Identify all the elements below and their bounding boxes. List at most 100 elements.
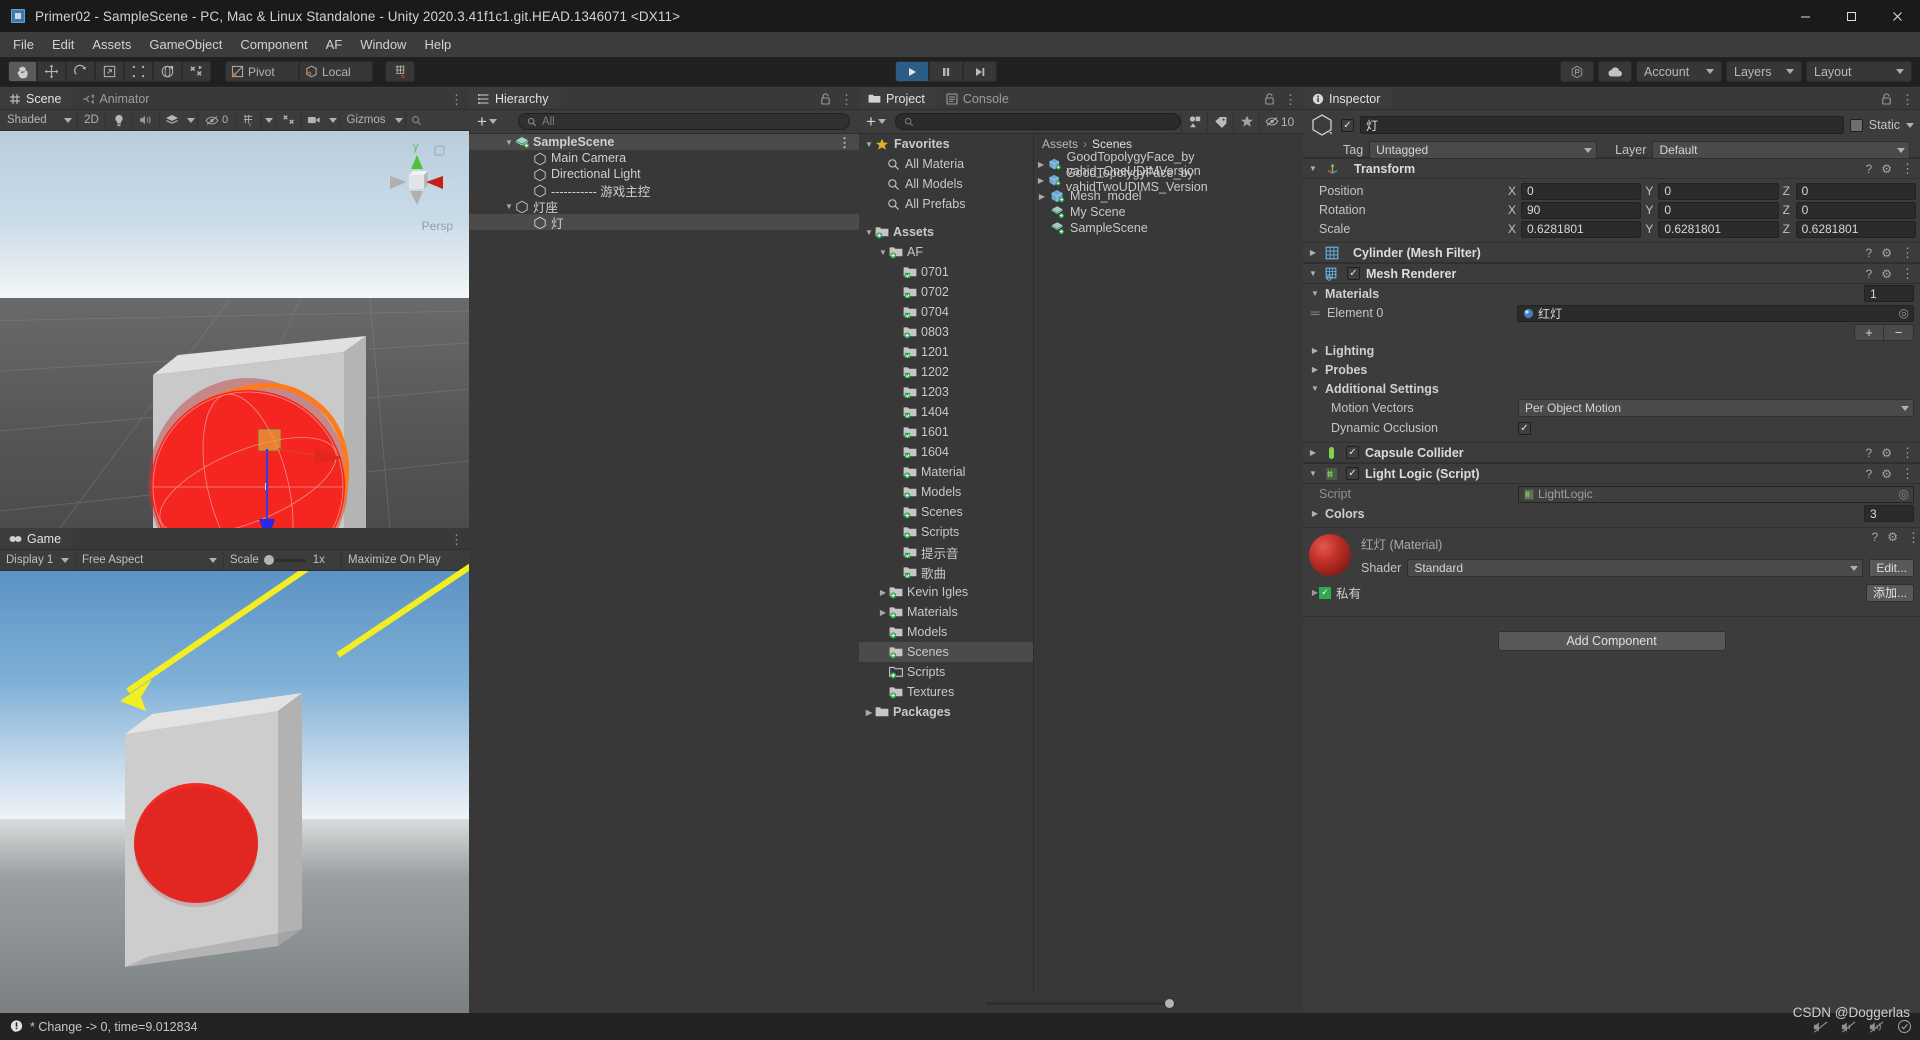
preset-icon[interactable]: ⚙ <box>1881 446 1892 460</box>
expand-triangle-icon[interactable]: ▼ <box>877 248 889 257</box>
position-z-input[interactable]: 0 <box>1795 182 1916 200</box>
scene-lighting-toggle[interactable] <box>106 110 132 130</box>
project-item-row[interactable]: ▶ My Scene <box>1034 204 1303 220</box>
preset-icon[interactable]: ⚙ <box>1887 530 1898 544</box>
probes-section[interactable]: ▶ Probes <box>1303 360 1920 379</box>
scene-shading-dropdown[interactable]: Shaded <box>0 110 78 130</box>
chevron-down-icon[interactable] <box>1906 122 1914 128</box>
project-tree-1404[interactable]: 1404 <box>859 402 1033 422</box>
project-hidden-count[interactable]: 10 <box>1259 111 1299 132</box>
tab-inspector[interactable]: Inspector <box>1303 88 1393 109</box>
tab-animator[interactable]: Animator <box>73 88 161 109</box>
pause-button[interactable] <box>929 61 963 82</box>
scale-tool-button[interactable] <box>95 61 124 82</box>
colors-count-input[interactable]: 3 <box>1864 505 1914 522</box>
move-tool-button[interactable] <box>37 61 66 82</box>
menu-window[interactable]: Window <box>351 34 415 55</box>
scale-x-input[interactable]: 0.6281801 <box>1521 220 1642 238</box>
filter-favorites-button[interactable] <box>1233 111 1259 132</box>
project-tree-models-af[interactable]: Models <box>859 482 1033 502</box>
expand-triangle-icon[interactable]: ▼ <box>1309 384 1321 393</box>
scene-viewport[interactable]: y x Persp <box>0 131 469 528</box>
project-tree-tips-audio[interactable]: 提示音 <box>859 542 1033 562</box>
expand-triangle-icon[interactable]: ▶ <box>877 588 889 597</box>
breadcrumb-scenes[interactable]: Scenes <box>1092 137 1132 151</box>
project-tree-textures[interactable]: Textures <box>859 682 1033 702</box>
mesh-renderer-enabled-checkbox[interactable]: ✓ <box>1347 267 1360 280</box>
expand-triangle-icon[interactable]: ▼ <box>1309 289 1321 298</box>
lighting-section[interactable]: ▶ Lighting <box>1303 341 1920 360</box>
project-tree-0701[interactable]: 0701 <box>859 262 1033 282</box>
scene-audio-toggle[interactable] <box>132 110 160 130</box>
mute-audio-icon[interactable] <box>1813 1020 1829 1034</box>
materials-section[interactable]: ▼ Materials 1 <box>1303 284 1920 303</box>
scene-projection-label[interactable]: Persp <box>422 219 453 233</box>
expand-triangle-icon[interactable]: ▼ <box>503 138 515 147</box>
help-icon[interactable]: ? <box>1866 246 1873 260</box>
menu-edit[interactable]: Edit <box>43 34 83 55</box>
expand-triangle-icon[interactable]: ▶ <box>877 608 889 617</box>
expand-triangle-icon[interactable]: ▶ <box>1034 160 1048 169</box>
local-toggle-button[interactable]: Local <box>299 61 373 82</box>
object-picker-icon[interactable]: ◎ <box>1899 487 1909 501</box>
expand-triangle-icon[interactable]: ▶ <box>1309 346 1321 355</box>
rect-tool-button[interactable] <box>124 61 153 82</box>
component-kebab-icon[interactable]: ⋮ <box>1901 162 1914 175</box>
object-name-input[interactable]: 灯 <box>1360 116 1844 134</box>
layers-dropdown[interactable]: Layers <box>1726 61 1802 82</box>
tag-dropdown[interactable]: Untagged <box>1369 141 1598 159</box>
project-tree-1201[interactable]: 1201 <box>859 342 1033 362</box>
project-tree-songs[interactable]: 歌曲 <box>859 562 1033 582</box>
expand-triangle-icon[interactable]: ▼ <box>1307 269 1319 278</box>
tab-hierarchy[interactable]: Hierarchy <box>469 88 561 109</box>
project-tree-0803[interactable]: 0803 <box>859 322 1033 342</box>
lock-icon[interactable] <box>1881 93 1892 105</box>
menu-help[interactable]: Help <box>415 34 460 55</box>
expand-triangle-icon[interactable]: ▶ <box>1309 509 1321 518</box>
filter-by-type-button[interactable] <box>1181 111 1207 132</box>
cloud-button[interactable] <box>1598 61 1632 82</box>
script-object-field[interactable]: LightLogic ◎ <box>1518 485 1914 503</box>
expand-triangle-icon[interactable]: ▼ <box>1307 469 1319 478</box>
transform-tool-button[interactable] <box>153 61 182 82</box>
preset-icon[interactable]: ⚙ <box>1881 267 1892 281</box>
menu-file[interactable]: File <box>4 34 43 55</box>
scene-hidden-objects[interactable]: 0 <box>198 110 236 130</box>
rotation-x-input[interactable]: 90 <box>1521 201 1642 219</box>
mute-all-icon[interactable] <box>1841 1020 1857 1034</box>
expand-triangle-icon[interactable]: ▶ <box>1034 192 1050 201</box>
scene-2d-toggle[interactable]: 2D <box>78 110 106 130</box>
menu-assets[interactable]: Assets <box>83 34 140 55</box>
expand-triangle-icon[interactable]: ▶ <box>1307 248 1319 257</box>
scale-z-input[interactable]: 0.6281801 <box>1795 220 1916 238</box>
scene-gizmos-button[interactable]: Gizmos <box>340 111 392 130</box>
help-icon[interactable]: ? <box>1866 162 1873 176</box>
project-tree-materials[interactable]: ▶ Materials <box>859 602 1033 622</box>
maximize-button[interactable] <box>1828 0 1874 32</box>
filter-by-label-button[interactable] <box>1207 111 1233 132</box>
component-kebab-icon[interactable]: ⋮ <box>1901 467 1914 480</box>
preset-icon[interactable]: ⚙ <box>1881 467 1892 481</box>
expand-triangle-icon[interactable]: ▶ <box>1307 448 1319 457</box>
object-enabled-checkbox[interactable]: ✓ <box>1341 118 1354 132</box>
collab-button[interactable] <box>1560 61 1594 82</box>
component-kebab-icon[interactable]: ⋮ <box>1901 246 1914 259</box>
scene-tools-button[interactable] <box>276 110 302 130</box>
project-item-row[interactable]: ▶ GoodTopolygyFace_by vahidTwoUDIMS_Vers… <box>1034 166 1303 194</box>
project-tree-0704[interactable]: 0704 <box>859 302 1033 322</box>
hierarchy-row-lampbase[interactable]: ▼ 灯座 <box>469 198 859 215</box>
scene-camera-dropdown[interactable] <box>326 110 340 130</box>
project-zoom-slider[interactable] <box>859 993 1303 1013</box>
grid-snap-button[interactable]: 5 <box>385 61 415 82</box>
game-aspect-dropdown[interactable]: Free Aspect <box>76 550 224 570</box>
game-viewport[interactable] <box>0 571 469 1013</box>
additional-settings-section[interactable]: ▼ Additional Settings <box>1303 379 1920 398</box>
project-tree-material[interactable]: Material <box>859 462 1033 482</box>
close-button[interactable] <box>1874 0 1920 32</box>
help-icon[interactable]: ? <box>1866 467 1873 481</box>
project-tree-models[interactable]: Models <box>859 622 1033 642</box>
private-checkbox[interactable]: ✓ <box>1319 586 1331 599</box>
game-maximize-toggle[interactable]: Maximize On Play <box>342 551 469 570</box>
motion-vectors-dropdown[interactable]: Per Object Motion <box>1518 399 1914 417</box>
expand-triangle-icon[interactable]: ▼ <box>503 202 515 211</box>
